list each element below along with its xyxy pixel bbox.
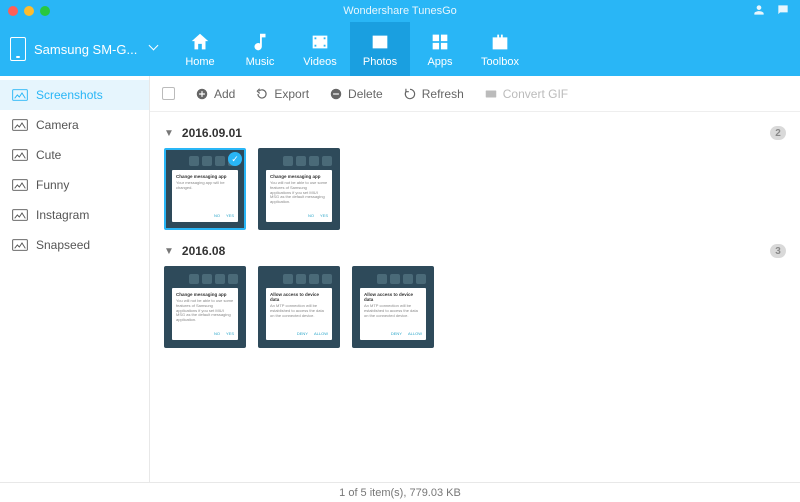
add-button[interactable]: Add: [195, 87, 235, 101]
plus-icon: [195, 87, 209, 101]
photo-thumbnail[interactable]: Change messaging appYou will not be able…: [164, 266, 246, 348]
nav-apps-label: Apps: [427, 56, 452, 68]
device-name: Samsung SM-G...: [34, 42, 137, 57]
thumb-approw: [266, 274, 332, 284]
sidebar-item-screenshots[interactable]: Screenshots: [0, 80, 149, 110]
thumb-dialog: Change messaging appYou will not be able…: [266, 170, 332, 222]
group-header[interactable]: ▼ 2016.09.01 2: [164, 126, 786, 140]
phone-icon: [10, 37, 26, 61]
sidebar-item-funny[interactable]: Funny: [0, 170, 149, 200]
export-button[interactable]: Export: [255, 87, 309, 101]
nav-home-label: Home: [185, 56, 214, 68]
thumb-row: Change messaging appYour messaging app w…: [164, 148, 786, 230]
photo-thumbnail[interactable]: Allow access to device dataAn MTP connec…: [352, 266, 434, 348]
sidebar-item-snapseed[interactable]: Snapseed: [0, 230, 149, 260]
sidebar-item-label: Screenshots: [36, 88, 103, 102]
group-count-badge: 3: [770, 244, 786, 258]
nav-music[interactable]: Music: [230, 22, 290, 76]
convert-gif-button[interactable]: Convert GIF: [484, 87, 568, 101]
nav-photos[interactable]: Photos: [350, 22, 410, 76]
group-date: 2016.08: [182, 244, 225, 258]
status-text: 1 of 5 item(s), 779.03 KB: [339, 487, 461, 499]
photo-thumbnail[interactable]: Allow access to device dataAn MTP connec…: [258, 266, 340, 348]
thumb-row: Change messaging appYou will not be able…: [164, 266, 786, 348]
sidebar-item-label: Snapseed: [36, 238, 90, 252]
nav-music-label: Music: [246, 56, 275, 68]
sidebar: Screenshots Camera Cute Funny Instagram Snaps…: [0, 76, 150, 482]
sidebar-item-camera[interactable]: Camera: [0, 110, 149, 140]
thumb-dialog: Change messaging appYou will not be able…: [172, 288, 238, 340]
selected-check-icon: [228, 152, 242, 166]
gif-icon: [484, 87, 498, 101]
sidebar-item-label: Instagram: [36, 208, 89, 222]
device-selector[interactable]: Samsung SM-G...: [0, 22, 170, 76]
delete-button[interactable]: Delete: [329, 87, 383, 101]
convert-label: Convert GIF: [503, 87, 568, 101]
nav-apps[interactable]: Apps: [410, 22, 470, 76]
zoom-window-button[interactable]: [40, 6, 50, 16]
group-count-badge: 2: [770, 126, 786, 140]
photo-thumbnail[interactable]: Change messaging appYour messaging app w…: [164, 148, 246, 230]
album-icon: [12, 88, 28, 102]
content-pane: Add Export Delete Refresh Convert GIF ▼ 2…: [150, 76, 800, 482]
nav-photos-label: Photos: [363, 56, 397, 68]
album-icon: [12, 148, 28, 162]
nav-home[interactable]: Home: [170, 22, 230, 76]
titlebar: Wondershare TunesGo: [0, 0, 800, 22]
user-icon[interactable]: [752, 3, 766, 20]
album-icon: [12, 208, 28, 222]
sidebar-item-label: Camera: [36, 118, 79, 132]
sidebar-item-instagram[interactable]: Instagram: [0, 200, 149, 230]
sidebar-item-cute[interactable]: Cute: [0, 140, 149, 170]
app-title: Wondershare TunesGo: [0, 5, 800, 17]
thumb-approw: [266, 156, 332, 166]
thumb-dialog: Allow access to device dataAn MTP connec…: [360, 288, 426, 340]
status-bar: 1 of 5 item(s), 779.03 KB: [0, 482, 800, 502]
group-header[interactable]: ▼ 2016.08 3: [164, 244, 786, 258]
home-icon: [189, 31, 211, 53]
videos-icon: [309, 31, 331, 53]
delete-label: Delete: [348, 87, 383, 101]
album-icon: [12, 238, 28, 252]
toolbar: Add Export Delete Refresh Convert GIF: [150, 76, 800, 112]
select-all-checkbox[interactable]: [162, 87, 175, 100]
delete-icon: [329, 87, 343, 101]
album-icon: [12, 178, 28, 192]
toolbox-icon: [489, 31, 511, 53]
export-label: Export: [274, 87, 309, 101]
refresh-button[interactable]: Refresh: [403, 87, 464, 101]
album-icon: [12, 118, 28, 132]
nav-videos-label: Videos: [303, 56, 336, 68]
thumb-dialog: Allow access to device dataAn MTP connec…: [266, 288, 332, 340]
feedback-icon[interactable]: [776, 3, 790, 20]
apps-icon: [429, 31, 451, 53]
thumb-approw: [360, 274, 426, 284]
collapse-icon: ▼: [164, 246, 174, 257]
thumb-approw: [172, 274, 238, 284]
close-window-button[interactable]: [8, 6, 18, 16]
nav-toolbox-label: Toolbox: [481, 56, 519, 68]
nav-toolbox[interactable]: Toolbox: [470, 22, 530, 76]
main-body: Screenshots Camera Cute Funny Instagram Snaps…: [0, 76, 800, 482]
sidebar-item-label: Funny: [36, 178, 69, 192]
top-nav: Samsung SM-G... Home Music Videos Photos…: [0, 22, 800, 76]
gallery: ▼ 2016.09.01 2 Change messaging appYour mes…: [150, 112, 800, 482]
window-controls: [0, 6, 50, 16]
photo-thumbnail[interactable]: Change messaging appYou will not be able…: [258, 148, 340, 230]
add-label: Add: [214, 87, 235, 101]
photos-icon: [369, 31, 391, 53]
thumb-dialog: Change messaging appYour messaging app w…: [172, 170, 238, 222]
sidebar-item-label: Cute: [36, 148, 61, 162]
nav-videos[interactable]: Videos: [290, 22, 350, 76]
export-icon: [255, 87, 269, 101]
refresh-label: Refresh: [422, 87, 464, 101]
refresh-icon: [403, 87, 417, 101]
collapse-icon: ▼: [164, 128, 174, 139]
group-date: 2016.09.01: [182, 126, 242, 140]
minimize-window-button[interactable]: [24, 6, 34, 16]
chevron-down-icon: [150, 44, 160, 54]
music-icon: [249, 31, 271, 53]
